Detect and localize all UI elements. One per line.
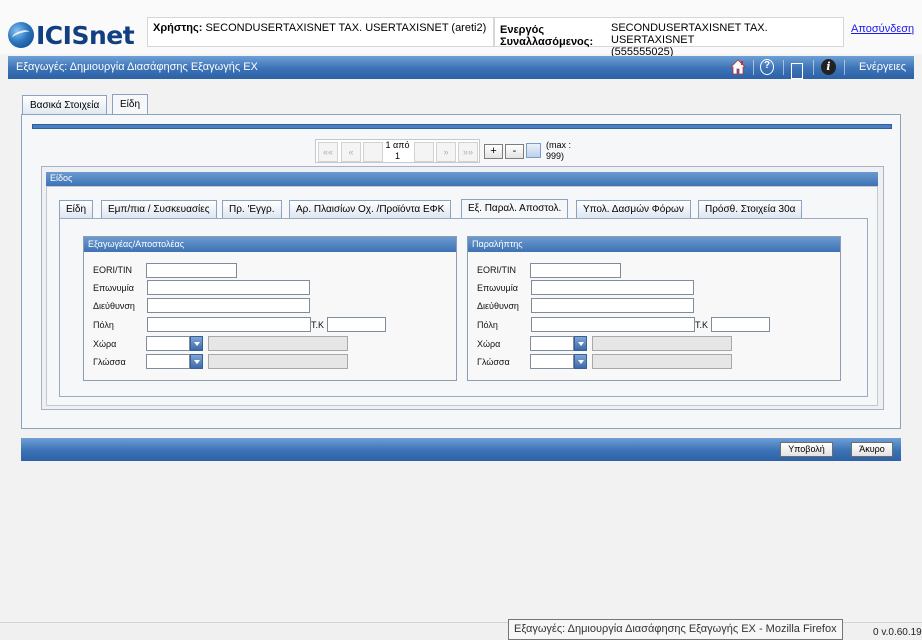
consignee-eori-input[interactable] [530,263,621,278]
remove-item-button[interactable]: - [505,144,524,159]
cancel-button[interactable]: Άκυρο [851,442,893,457]
list-icon[interactable] [526,143,541,158]
consignee-eori-label: EORI/TIN [477,265,517,275]
page-indicator: 1 από 1 [384,139,411,163]
subtab-exporter-consignee[interactable]: Εξ. Παραλ. Αποστολ. [461,199,569,219]
max-items-line1: (max : [546,140,572,150]
pager-spacer [363,142,383,162]
exporter-zip-label: Τ.Κ [311,320,325,330]
exporter-fieldset: Εξαγωγέας/Αποστολέας EORI/TIN Επωνυμία Δ… [83,236,457,381]
max-items-label: (max : 999) [546,140,571,162]
active-trader-value-line1: SECONDUSERTAXISNET TAX. USERTAXISNET [611,22,768,46]
exporter-language-select[interactable] [146,354,190,369]
exporter-eori-label: EORI/TIN [93,265,133,275]
last-page-button[interactable]: »» [458,142,478,162]
consignee-city-input[interactable] [531,317,695,332]
consignee-name-input[interactable] [531,280,694,295]
divider [844,60,845,75]
active-trader-label-line1: Ενεργός [500,24,545,36]
version-label: 0 v.0.60.19 [873,627,922,638]
exporter-name-input[interactable] [147,280,310,295]
exporter-header: Εξαγωγέας/Αποστολέας [84,237,456,252]
next-page-button[interactable]: » [436,142,456,162]
consignee-country-select[interactable] [530,336,574,351]
title-bar: Εξαγωγές: Δημιουργία Διασάφησης Εξαγωγής… [8,56,914,79]
exporter-address-label: Διεύθυνση [93,301,135,311]
exporter-address-input[interactable] [147,298,310,313]
exporter-eori-input[interactable] [146,263,237,278]
exporter-zip-input[interactable] [327,317,386,332]
actions-menu[interactable]: Ενέργειες [859,61,906,73]
form-actions-bar [21,438,901,461]
consignee-country-description [592,336,732,351]
prev-page-button[interactable]: « [341,142,361,162]
max-items-line2: 999) [546,151,565,161]
subtab-prev-docs[interactable]: Πρ. 'Εγγρ. [222,200,282,219]
exporter-language-label: Γλώσσα [93,357,126,367]
user-info: Χρήστης: SECONDUSERTAXISNET TAX. USERTAX… [147,17,494,47]
active-trader-value: SECONDUSERTAXISNET TAX. USERTAXISNET (55… [611,22,841,58]
submit-button[interactable]: Υποβολή [780,442,833,457]
active-trader-label-line2: Συναλλασόμενος: [500,36,594,48]
exporter-city-label: Πόλη [93,320,114,330]
home-icon[interactable] [730,59,746,75]
subtab-items[interactable]: Είδη [59,200,94,219]
logo-text: ICISnet [36,20,135,50]
consignee-language-description [592,354,732,369]
consignee-language-dropdown-icon[interactable] [574,354,587,369]
exporter-country-select[interactable] [146,336,190,351]
logout-link[interactable]: Αποσύνδεση [851,23,914,35]
consignee-header: Παραλήπτης [468,237,840,252]
consignee-language-label: Γλώσσα [477,357,510,367]
pager-spacer [414,142,434,162]
tab-basic-info[interactable]: Βασικά Στοιχεία [22,95,108,116]
subtab-vehicle-frames[interactable]: Αρ. Πλαισίων Οχ. /Προϊόντα ΕΦΚ [289,200,452,219]
consignee-zip-label: Τ.Κ [695,320,709,330]
subtab-duties-taxes[interactable]: Υπολ. Δασμών Φόρων [576,200,691,219]
exporter-country-description [208,336,348,351]
subtab-goods-packages[interactable]: Εμπ/πια / Συσκευασίες [101,200,217,219]
consignee-address-input[interactable] [531,298,694,313]
top-header: ICISnet Χρήστης: SECONDUSERTAXISNET TAX.… [0,0,922,58]
tab-items[interactable]: Είδη [112,94,149,116]
divider [813,60,814,75]
exporter-name-label: Επωνυμία [93,283,134,293]
exporter-city-input[interactable] [147,317,311,332]
globe-icon [8,22,34,48]
window-icon[interactable] [791,63,803,79]
consignee-zip-input[interactable] [711,317,770,332]
exporter-country-label: Χώρα [93,339,117,349]
consignee-name-label: Επωνυμία [477,283,518,293]
active-trader-info: Ενεργός Συναλλασόμενος: SECONDUSERTAXISN… [494,17,844,58]
divider [783,60,784,75]
consignee-language-select[interactable] [530,354,574,369]
first-page-button[interactable]: «« [318,142,338,162]
active-trader-label: Ενεργός Συναλλασόμενος: [500,24,600,48]
page-title: Εξαγωγές: Δημιουργία Διασάφησης Εξαγωγής… [16,61,258,73]
consignee-fieldset: Παραλήπτης EORI/TIN Επωνυμία Διεύθυνση Π… [467,236,841,381]
consignee-address-label: Διεύθυνση [477,301,519,311]
section-divider [32,124,892,129]
help-icon[interactable]: ? [760,59,774,75]
window-title-tooltip: Εξαγωγές: Δημιουργία Διασάφησης Εξαγωγής… [508,619,843,640]
item-section-header: Είδος [46,172,878,186]
page-indicator-line2: 1 [394,151,400,161]
info-icon[interactable]: i [821,59,836,75]
divider [753,60,754,75]
subtab-extra-info-30a[interactable]: Πρόσθ. Στοιχεία 30α [698,200,803,219]
exporter-language-dropdown-icon[interactable] [190,354,203,369]
consignee-country-dropdown-icon[interactable] [574,336,587,351]
user-value: SECONDUSERTAXISNET TAX. USERTAXISNET (ar… [205,22,487,34]
consignee-country-label: Χώρα [477,339,501,349]
add-item-button[interactable]: + [484,144,503,159]
user-label: Χρήστης: [153,22,203,34]
exporter-country-dropdown-icon[interactable] [190,336,203,351]
exporter-language-description [208,354,348,369]
page-indicator-line1: 1 από [385,140,410,150]
consignee-city-label: Πόλη [477,320,498,330]
icisnet-logo: ICISnet [8,20,135,50]
